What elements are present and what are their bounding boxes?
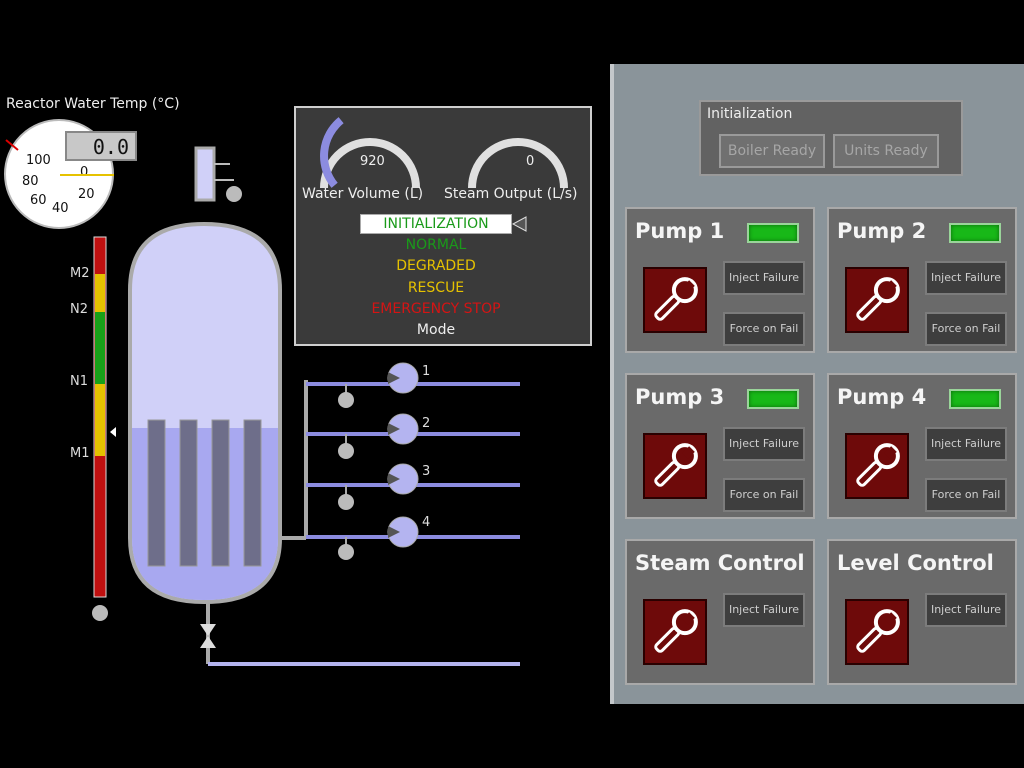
units-ready-button[interactable]: Units Ready — [833, 134, 939, 168]
initialization-group: Initialization Boiler Ready Units Ready — [699, 100, 963, 176]
pump3-repair-button[interactable] — [643, 433, 707, 499]
level-control-title: Level Control — [837, 551, 994, 575]
pump3-force-on-fail-button[interactable]: Force on Fail — [723, 478, 805, 512]
flow-sensor-icon — [338, 494, 354, 510]
level-label-n1: N1 — [70, 374, 88, 389]
drain-valve-icon — [200, 624, 216, 636]
pump1-status-led — [747, 223, 799, 243]
level-sensor-icon — [92, 605, 108, 621]
wrench-icon — [856, 443, 900, 487]
gauge-tick-label: 20 — [78, 187, 95, 202]
wrench-icon — [856, 277, 900, 321]
steam-output-label: Steam Output (L/s) — [444, 186, 578, 202]
control-panel: Initialization Boiler Ready Units Ready … — [610, 64, 1024, 704]
level-control-repair-button[interactable] — [845, 599, 909, 665]
gauge-tick-label: 60 — [30, 193, 47, 208]
gauge-tick-label: 40 — [52, 201, 69, 216]
mode-pointer-icon — [512, 216, 527, 232]
mode-normal: NORMAL — [405, 237, 467, 253]
temp-gauge-title: Reactor Water Temp (°C) — [6, 96, 180, 112]
wrench-icon — [654, 277, 698, 321]
pump-label-3: 3 — [422, 464, 431, 479]
boiler-schematic: Reactor Water Temp (°C) 100 80 60 40 20 … — [0, 0, 610, 768]
pump1-card: Pump 1 Inject Failure Force on Fail — [625, 207, 815, 353]
gauge-tick-label: 0 — [80, 165, 88, 180]
water-volume-label: Water Volume (L) — [302, 186, 424, 202]
boiler-ready-button[interactable]: Boiler Ready — [719, 134, 825, 168]
steam-output-dial — [468, 138, 568, 189]
flow-sensor-icon — [338, 443, 354, 459]
pump-label-4: 4 — [422, 515, 431, 530]
flow-sensor-icon — [338, 392, 354, 408]
pump2-inject-failure-button[interactable]: Inject Failure — [925, 261, 1007, 295]
level-indicator-icon — [110, 427, 116, 437]
initialization-title: Initialization — [707, 106, 793, 122]
mode-emergency-stop: EMERGENCY STOP — [371, 301, 501, 317]
mode-degraded: DEGRADED — [396, 258, 476, 274]
steam-control-title: Steam Control — [635, 551, 805, 575]
pump1-inject-failure-button[interactable]: Inject Failure — [723, 261, 805, 295]
pump2-repair-button[interactable] — [845, 267, 909, 333]
pump4-repair-button[interactable] — [845, 433, 909, 499]
gauge-tick-label: 80 — [22, 174, 39, 189]
steam-output-value: 0 — [526, 154, 535, 169]
wrench-icon — [654, 609, 698, 653]
pump1-title: Pump 1 — [635, 219, 725, 243]
level-control-card: Level Control Inject Failure — [827, 539, 1017, 685]
pump4-force-on-fail-button[interactable]: Force on Fail — [925, 478, 1007, 512]
pump4-title: Pump 4 — [837, 385, 927, 409]
pump1-repair-button[interactable] — [643, 267, 707, 333]
pump2-status-led — [949, 223, 1001, 243]
pump1-force-on-fail-button[interactable]: Force on Fail — [723, 312, 805, 346]
pump2-card: Pump 2 Inject Failure Force on Fail — [827, 207, 1017, 353]
level-label-m1: M1 — [70, 446, 90, 461]
level-label-n2: N2 — [70, 302, 88, 317]
water-level-bar — [92, 236, 116, 621]
mode-initialization: INITIALIZATION — [360, 214, 512, 234]
flow-sensor-icon — [338, 544, 354, 560]
pump2-title: Pump 2 — [837, 219, 927, 243]
pump2-force-on-fail-button[interactable]: Force on Fail — [925, 312, 1007, 346]
pump3-title: Pump 3 — [635, 385, 725, 409]
pump4-card: Pump 4 Inject Failure Force on Fail — [827, 373, 1017, 519]
pressure-sensor-icon — [226, 186, 242, 202]
pump4-status-led — [949, 389, 1001, 409]
pump-label-2: 2 — [422, 416, 431, 431]
gauge-tick-label: 100 — [26, 153, 51, 168]
level-label-m2: M2 — [70, 266, 90, 281]
level-control-inject-failure-button[interactable]: Inject Failure — [925, 593, 1007, 627]
mode-caption: Mode — [416, 322, 456, 338]
pump3-inject-failure-button[interactable]: Inject Failure — [723, 427, 805, 461]
steam-control-repair-button[interactable] — [643, 599, 707, 665]
steam-control-card: Steam Control Inject Failure — [625, 539, 815, 685]
mode-rescue: RESCUE — [407, 280, 465, 296]
wrench-icon — [856, 609, 900, 653]
pump3-status-led — [747, 389, 799, 409]
pump4-inject-failure-button[interactable]: Inject Failure — [925, 427, 1007, 461]
wrench-icon — [654, 443, 698, 487]
pump-label-1: 1 — [422, 364, 431, 379]
pump3-card: Pump 3 Inject Failure Force on Fail — [625, 373, 815, 519]
water-volume-value: 920 — [360, 154, 385, 169]
steam-control-inject-failure-button[interactable]: Inject Failure — [723, 593, 805, 627]
